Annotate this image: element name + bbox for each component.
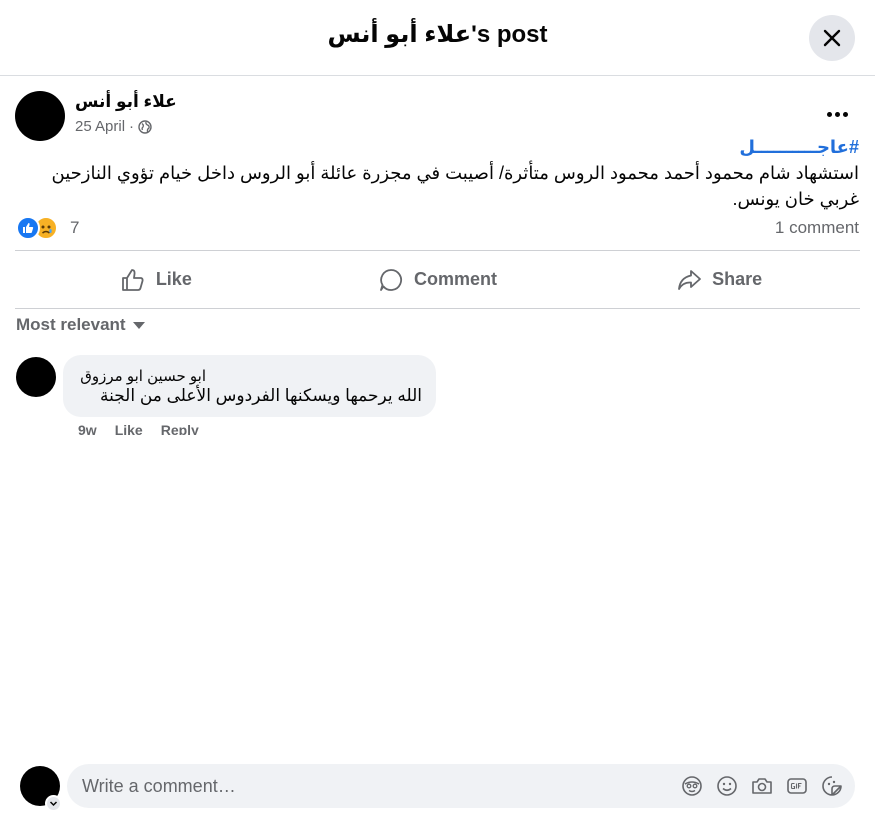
- more-dot: [842, 111, 848, 117]
- author-name[interactable]: علاء أبو أنس: [75, 92, 177, 112]
- comment-bubble-icon: [380, 268, 402, 291]
- comment-author[interactable]: ابو حسين ابو مرزوق: [80, 367, 206, 385]
- divider: [15, 308, 860, 309]
- sticker-icon[interactable]: [820, 774, 843, 797]
- more-dot: [826, 111, 832, 117]
- comment-composer: [67, 764, 855, 808]
- composer-icons: [680, 774, 843, 797]
- post-text: استشهاد شام محمود أحمد محمود الروس متأثر…: [51, 163, 859, 209]
- comment-reply-button[interactable]: Reply: [161, 421, 199, 435]
- hashtag-link[interactable]: #عاجــــــــــل: [739, 137, 859, 158]
- comment-actions: 9w Like Reply: [78, 421, 199, 435]
- more-dot: [834, 111, 840, 117]
- share-button[interactable]: Share: [578, 251, 860, 308]
- chevron-down-icon: [49, 801, 58, 807]
- share-arrow-icon: [678, 269, 702, 290]
- comment-like-button[interactable]: Like: [115, 421, 143, 435]
- avatar-sticker-icon[interactable]: [680, 774, 703, 797]
- post-date[interactable]: 25 April: [75, 118, 125, 135]
- globe-icon: [138, 119, 152, 134]
- like-label: Like: [155, 269, 192, 289]
- sort-label: Most relevant: [16, 315, 126, 334]
- comment-text: الله يرحمها ويسكنها الفردوس الأعلى من ال…: [99, 386, 422, 405]
- comment-sort-dropdown[interactable]: Most relevant: [16, 315, 145, 335]
- comment-input[interactable]: [82, 764, 642, 808]
- dialog-header: علاء أبو أنس's post: [0, 0, 875, 76]
- comment-count-link[interactable]: 1 comment: [775, 218, 859, 238]
- comment-button[interactable]: Comment: [297, 251, 579, 308]
- reaction-count: 7: [70, 218, 80, 237]
- commenter-avatar[interactable]: [16, 357, 56, 397]
- camera-icon[interactable]: [750, 774, 773, 797]
- like-button[interactable]: Like: [15, 251, 297, 308]
- profile-switch-button[interactable]: [45, 795, 62, 812]
- comment-bubble: ابو حسين ابو مرزوق الله يرحمها ويسكنها ا…: [63, 355, 436, 417]
- thumbs-up-icon: [121, 268, 144, 291]
- like-icon: [16, 216, 40, 240]
- comment-time[interactable]: 9w: [78, 421, 97, 435]
- post-meta: 25 April ·: [75, 118, 152, 135]
- close-icon: [823, 29, 841, 47]
- close-button[interactable]: [809, 15, 855, 61]
- comment-label: Comment: [414, 269, 498, 289]
- gif-icon[interactable]: [785, 774, 808, 797]
- caret-down-icon: [132, 321, 145, 329]
- more-options-button[interactable]: [817, 100, 857, 128]
- emoji-icon[interactable]: [715, 774, 738, 797]
- author-avatar[interactable]: [15, 91, 65, 141]
- post-action-bar: Like Comment Share: [15, 251, 860, 308]
- reactions-summary[interactable]: 7: [16, 216, 79, 240]
- dialog-title: علاء أبو أنس's post: [327, 21, 548, 48]
- share-label: Share: [712, 269, 763, 289]
- meta-separator: ·: [129, 118, 135, 135]
